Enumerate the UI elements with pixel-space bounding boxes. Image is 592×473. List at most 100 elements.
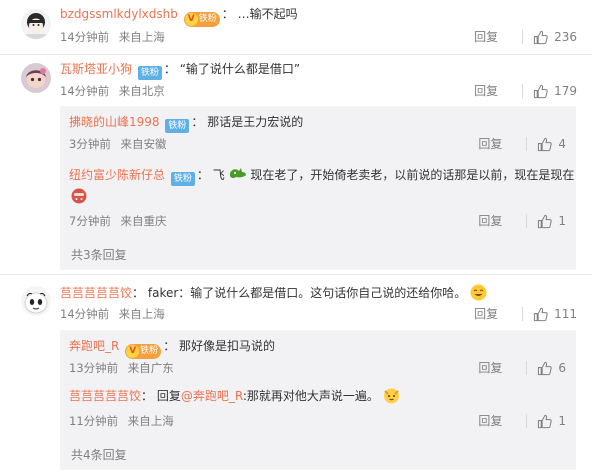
username[interactable]: 莒莒莒莒莒饺 <box>69 389 141 403</box>
emoji-icon <box>71 188 87 207</box>
timestamp: 3分钟前 <box>69 137 111 151</box>
comment-text: faker：输了说什么都是借口。这句话你自己说的还给你哈。 <box>147 286 467 300</box>
divider <box>522 30 524 44</box>
avatar[interactable] <box>21 286 51 316</box>
comment-body: 莒莒莒莒莒饺： faker：输了说什么都是借口。这句话你自己说的还给你哈。 <box>60 284 487 301</box>
thumbs-up-icon <box>533 307 548 321</box>
reply-button[interactable]: 回复 <box>474 29 498 45</box>
location: 来自广东 <box>127 361 174 375</box>
like-button[interactable]: 179 <box>533 83 577 99</box>
like-button[interactable]: 1 <box>537 413 566 429</box>
like-count: 236 <box>554 30 577 44</box>
divider <box>526 214 528 228</box>
divider <box>526 137 528 151</box>
location: 来自安徽 <box>120 137 167 151</box>
username[interactable]: bzdgssmlkdylxdshb <box>60 7 178 21</box>
thumbs-up-icon <box>538 214 553 228</box>
username[interactable]: 纽约富少陈新仔总 <box>69 168 165 182</box>
reply-text: 飞 <box>212 168 225 182</box>
reply-text: 那好像是扣马说的 <box>179 339 276 353</box>
like-button[interactable]: 111 <box>533 306 577 322</box>
divider <box>0 274 592 275</box>
location: 来自北京 <box>118 84 165 98</box>
comment: 瓦斯塔亚小狗 铁粉： “输了说什么都是借口” 14分钟前 来自北京 回复 179… <box>0 55 592 270</box>
emoji-icon <box>229 168 246 179</box>
username[interactable]: 莒莒莒莒莒饺 <box>60 286 132 300</box>
reply-button[interactable]: 回复 <box>474 83 498 99</box>
like-count: 111 <box>554 307 577 321</box>
fan-badge: 铁粉 <box>137 66 162 80</box>
reply-meta: 11分钟前 来自上海 <box>69 413 174 429</box>
view-more-replies[interactable]: 共4条回复 <box>71 446 127 463</box>
reply-meta: 3分钟前 来自安徽 <box>69 136 166 152</box>
vip-crown-icon: 铁粉 <box>183 12 220 27</box>
reply-body: 奔跑吧_R 铁粉： 那好像是扣马说的 <box>69 338 275 359</box>
divider <box>522 307 524 321</box>
comment-meta: 14分钟前 来自北京 <box>60 83 165 99</box>
avatar[interactable] <box>21 9 51 39</box>
like-count: 1 <box>558 414 566 428</box>
like-button[interactable]: 6 <box>537 360 566 376</box>
username[interactable]: 拂晓的山峰1998 <box>69 115 160 129</box>
thumbs-up-icon <box>533 84 548 98</box>
divider <box>526 414 528 428</box>
vip-crown-icon: 铁粉 <box>125 344 162 359</box>
timestamp: 14分钟前 <box>60 84 110 98</box>
reply-button[interactable]: 回复 <box>478 360 502 376</box>
reply-body: 拂晓的山峰1998 铁粉： 那话是王力宏说的 <box>69 115 304 133</box>
comment-text: …输不起吗 <box>237 7 298 21</box>
divider <box>522 84 524 98</box>
reply-button[interactable]: 回复 <box>478 413 502 429</box>
like-button[interactable]: 4 <box>537 136 566 152</box>
timestamp: 11分钟前 <box>69 414 119 428</box>
location: 来自上海 <box>127 414 174 428</box>
comment-body: 瓦斯塔亚小狗 铁粉： “输了说什么都是借口” <box>60 62 301 80</box>
avatar[interactable] <box>21 63 51 93</box>
location: 来自上海 <box>118 30 165 44</box>
reply-prefix: 回复 <box>156 389 181 403</box>
comment-meta: 14分钟前 来自上海 <box>60 306 165 322</box>
reply-button[interactable]: 回复 <box>478 213 502 229</box>
username[interactable]: 瓦斯塔亚小狗 <box>60 62 132 76</box>
timestamp: 14分钟前 <box>60 307 110 321</box>
reply-button[interactable]: 回复 <box>478 136 502 152</box>
like-button[interactable]: 1 <box>537 213 566 229</box>
comment-body: bzdgssmlkdylxdshb 铁粉： …输不起吗 <box>60 6 298 27</box>
thumbs-up-icon <box>538 361 553 375</box>
reply-actions: 回复 1 <box>478 213 566 229</box>
like-count: 4 <box>558 137 566 151</box>
reply-button[interactable]: 回复 <box>474 306 498 322</box>
like-count: 6 <box>558 361 566 375</box>
comment-text: “输了说什么都是借口” <box>179 62 301 76</box>
timestamp: 14分钟前 <box>60 30 110 44</box>
emoji-icon <box>383 388 399 404</box>
like-button[interactable]: 236 <box>533 29 577 45</box>
like-count: 1 <box>558 214 566 228</box>
thumbs-up-icon <box>533 30 548 44</box>
comment-actions: 回复 111 <box>474 306 577 322</box>
comment: bzdgssmlkdylxdshb 铁粉： …输不起吗 14分钟前 来自上海 回… <box>0 0 592 52</box>
timestamp: 13分钟前 <box>69 361 119 375</box>
comment-actions: 回复 236 <box>474 29 577 45</box>
reply-thread: 拂晓的山峰1998 铁粉： 那话是王力宏说的 3分钟前 来自安徽 回复 4 纽约… <box>60 106 576 270</box>
location: 来自上海 <box>118 307 165 321</box>
reply-body: 莒莒莒莒莒饺： 回复@奔跑吧_R:那就再对他大声说一遍。 <box>69 387 400 404</box>
mention-link[interactable]: @奔跑吧_R <box>181 389 243 403</box>
comment-actions: 回复 179 <box>474 83 577 99</box>
comment: 莒莒莒莒莒饺： faker：输了说什么都是借口。这句话你自己说的还给你哈。 14… <box>0 277 592 473</box>
reply-meta: 13分钟前 来自广东 <box>69 360 174 376</box>
comment-meta: 14分钟前 来自上海 <box>60 29 165 45</box>
like-count: 179 <box>554 84 577 98</box>
thumbs-up-icon <box>538 137 553 151</box>
username[interactable]: 奔跑吧_R <box>69 339 119 353</box>
view-more-replies[interactable]: 共3条回复 <box>71 246 127 263</box>
reply-actions: 回复 6 <box>478 360 566 376</box>
reply-text: 现在老了，开始倚老卖老，以前说的话那是以前，现在是现在 <box>250 168 575 182</box>
reply-actions: 回复 4 <box>478 136 566 152</box>
reply-body: 纽约富少陈新仔总 铁粉： 飞 现在老了，开始倚老卖老，以前说的话那是以前，现在是… <box>69 168 575 186</box>
reply-meta: 7分钟前 来自重庆 <box>69 213 166 229</box>
reply-thread: 奔跑吧_R 铁粉： 那好像是扣马说的 13分钟前 来自广东 回复 6 莒莒莒莒莒… <box>60 330 576 470</box>
reply-text: :那就再对他大声说一遍。 <box>242 389 379 403</box>
timestamp: 7分钟前 <box>69 214 111 228</box>
thumbs-up-icon <box>538 414 553 428</box>
